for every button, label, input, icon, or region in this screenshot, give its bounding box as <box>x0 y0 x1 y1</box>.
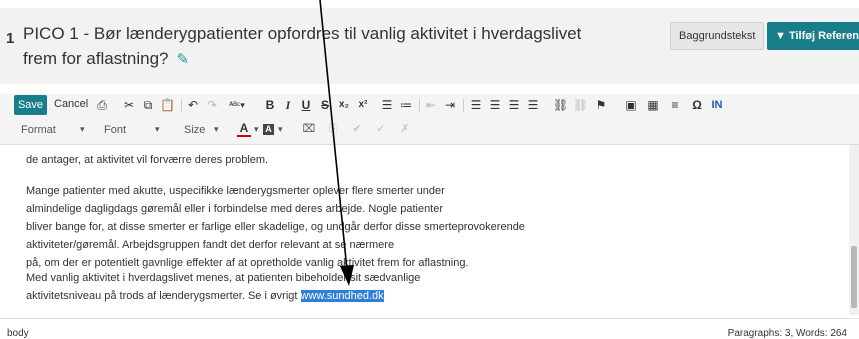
content-line: Mange patienter med akutte, uspecifikke … <box>26 185 445 197</box>
add-reference-button[interactable]: ▼ Tilføj Referen <box>767 22 859 50</box>
strikethrough-icon[interactable]: S <box>318 97 332 113</box>
content-last-line: aktivitetsniveau på trods af lænderygsme… <box>26 290 384 302</box>
word-count: Paragraphs: 3, Words: 264 <box>727 328 847 339</box>
content-line: almindelige dagligdags gøremål eller i f… <box>26 203 444 215</box>
remove-format-icon[interactable]: ⌧ <box>302 122 316 137</box>
bold-icon[interactable]: B <box>263 97 277 113</box>
copy-format-icon[interactable]: ⎘ <box>326 122 340 137</box>
content-line: Med vanlig aktivitet i hverdagslivet men… <box>26 272 421 284</box>
table-icon[interactable]: ▦ <box>646 97 660 113</box>
size-caret-icon[interactable]: ▾ <box>214 124 219 135</box>
editor-toolbar-main: Save Cancel ⎙ ✂ ⧉ 📋 ↶ ↷ ᴬᴮᶜ▾ B I U S x₂ … <box>0 94 859 118</box>
toolbar-divider <box>463 99 464 112</box>
indent-icon[interactable]: ⇥ <box>443 97 457 113</box>
image-icon[interactable]: ▣ <box>624 97 638 113</box>
top-strip <box>0 0 859 8</box>
pico-title-text: PICO 1 - Bør lænderygpatienter opfordres… <box>23 24 582 68</box>
anchor-icon[interactable]: ⚑ <box>594 97 608 113</box>
copy-icon[interactable]: ⧉ <box>141 97 155 113</box>
outdent-icon[interactable]: ⇤ <box>424 97 438 113</box>
library-icon[interactable]: IN <box>710 97 724 113</box>
reject-change-icon[interactable]: ✗ <box>398 122 412 137</box>
justify-icon[interactable]: ☰ <box>526 97 540 113</box>
save-button[interactable]: Save <box>14 95 47 115</box>
check-icon[interactable]: ✔ <box>350 122 364 137</box>
content-line: aktiviteter/gøremål. Arbejdsgruppen fand… <box>26 239 395 251</box>
editor-statusbar: body Paragraphs: 3, Words: 264 <box>0 318 859 339</box>
toolbar-divider <box>181 99 182 112</box>
link-icon[interactable]: ⛓ <box>553 97 568 113</box>
content-line-prefix: aktivitetsniveau på trods af lænderygsme… <box>26 290 301 302</box>
align-left-icon[interactable]: ☰ <box>469 97 483 113</box>
subscript-icon[interactable]: x₂ <box>337 97 351 113</box>
special-char-icon[interactable]: Ω <box>690 97 704 113</box>
content-line: bliver bange for, at disse smerter er fa… <box>26 221 525 233</box>
print-icon[interactable]: ⎙ <box>95 97 109 113</box>
content-line: på, om der er potentielt gavnlige effekt… <box>26 257 469 269</box>
cut-icon[interactable]: ✂ <box>122 97 136 113</box>
spellcheck-icon[interactable]: ᴬᴮᶜ▾ <box>226 97 248 113</box>
size-dropdown[interactable]: Size <box>184 124 205 136</box>
header-separator <box>0 84 859 94</box>
background-text-button[interactable]: Baggrundstekst <box>670 22 765 50</box>
text-color-caret-icon[interactable]: ▾ <box>254 124 259 135</box>
editor-scrollbar-thumb[interactable] <box>851 246 857 308</box>
redo-icon[interactable]: ↷ <box>205 97 219 113</box>
text-color-icon[interactable]: A <box>237 122 251 137</box>
unlink-icon[interactable]: ⛓ <box>573 97 588 113</box>
editor-toolbar-format: Format ▾ Font ▾ Size ▾ A ▾ A ▾ ⌧ ⎘ ✔ ✓ ✗ <box>0 118 859 145</box>
format-caret-icon[interactable]: ▾ <box>80 124 85 135</box>
align-right-icon[interactable]: ☰ <box>507 97 521 113</box>
selected-link-text[interactable]: www.sundhed.dk <box>300 290 384 302</box>
element-path[interactable]: body <box>7 328 29 339</box>
font-caret-icon[interactable]: ▾ <box>155 124 160 135</box>
font-dropdown[interactable]: Font <box>104 124 126 136</box>
content-line: de antager, at aktivitet vil forværre de… <box>26 154 269 166</box>
horizontal-rule-icon[interactable]: ≡ <box>668 97 682 113</box>
underline-icon[interactable]: U <box>299 97 313 113</box>
numbered-list-icon[interactable]: ☰ <box>380 97 394 113</box>
superscript-icon[interactable]: x² <box>356 97 370 113</box>
pico-number: 1 <box>6 30 15 47</box>
pico-title: PICO 1 - Bør lænderygpatienter opfordres… <box>23 21 583 72</box>
bullet-list-icon[interactable]: ≔ <box>399 97 413 113</box>
italic-icon[interactable]: I <box>281 97 295 113</box>
paste-icon[interactable]: 📋 <box>160 97 175 113</box>
toolbar-divider <box>419 99 420 112</box>
undo-icon[interactable]: ↶ <box>186 97 200 113</box>
editor-content[interactable]: de antager, at aktivitet vil forværre de… <box>0 145 849 315</box>
background-color-icon[interactable]: A <box>263 124 274 135</box>
cancel-button[interactable]: Cancel <box>54 98 88 110</box>
background-color-caret-icon[interactable]: ▾ <box>278 124 283 135</box>
align-center-icon[interactable]: ☰ <box>488 97 502 113</box>
pencil-icon[interactable]: ✎ <box>177 47 190 72</box>
pico-header: 1 PICO 1 - Bør lænderygpatienter opfordr… <box>0 8 859 84</box>
format-dropdown[interactable]: Format <box>21 124 56 136</box>
accept-change-icon[interactable]: ✓ <box>374 122 388 137</box>
